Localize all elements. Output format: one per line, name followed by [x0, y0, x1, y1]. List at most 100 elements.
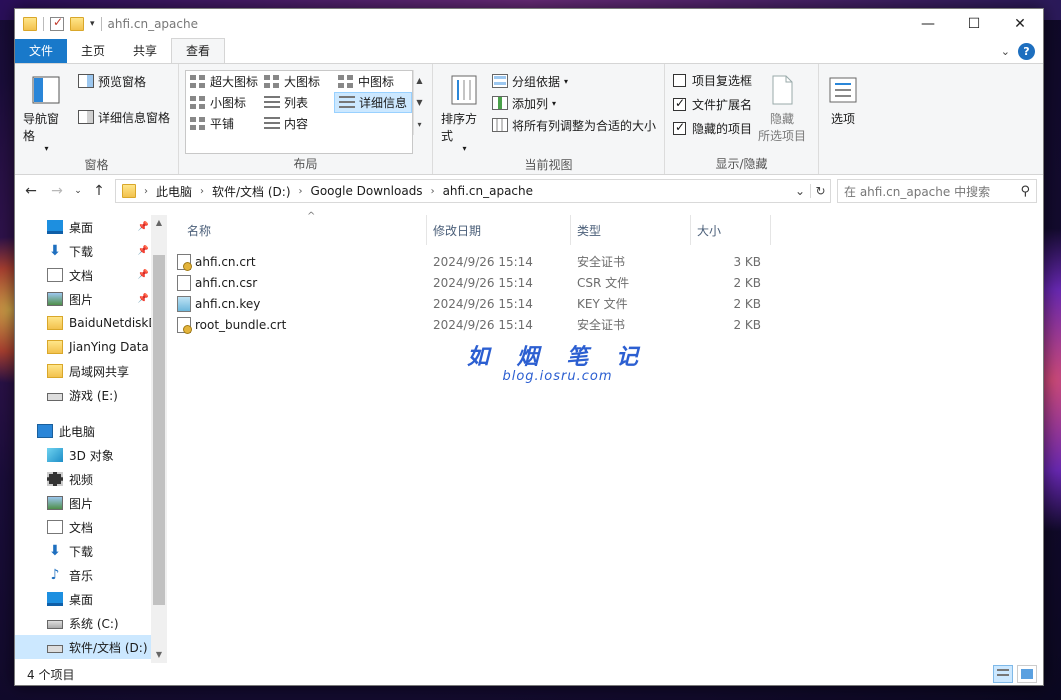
file-row[interactable]: root_bundle.crt 2024/9/26 15:14 安全证书 2 KB [167, 314, 1043, 335]
preview-pane-button[interactable]: 预览窗格 [77, 72, 174, 90]
layout-medium-icons[interactable]: 中图标 [334, 71, 412, 92]
breadcrumb-this-pc[interactable]: 此电脑 [156, 183, 192, 200]
pin-icon[interactable]: 📌 [138, 270, 149, 280]
breadcrumb-separator[interactable]: › [144, 186, 148, 197]
layout-small-icons[interactable]: 小图标 [186, 92, 260, 113]
music-icon: ♪ [50, 567, 60, 583]
nav-item[interactable]: 文档 [15, 515, 167, 539]
file-name-cell[interactable]: ahfi.cn.crt [167, 253, 427, 271]
nav-item[interactable]: BaiduNetdiskD [15, 311, 167, 335]
search-box[interactable]: 在 ahfi.cn_apache 中搜索 ⚲ [837, 179, 1037, 203]
pin-icon[interactable]: 📌 [138, 246, 149, 256]
tab-file[interactable]: 文件 [15, 39, 68, 63]
new-folder-icon[interactable] [70, 17, 84, 31]
maximize-button[interactable]: ☐ [951, 9, 997, 39]
fit-columns-button[interactable]: 将所有列调整为合适的大小 [491, 116, 660, 134]
nav-item[interactable]: 文档 📌 [15, 263, 167, 287]
pin-icon[interactable]: 📌 [138, 222, 149, 232]
nav-item[interactable]: 图片 📌 [15, 287, 167, 311]
layout-tiles[interactable]: 平铺 [186, 113, 260, 134]
file-name-cell[interactable]: ahfi.cn.key [167, 295, 427, 312]
breadcrumb-separator[interactable]: › [200, 186, 204, 197]
scroll-down-icon[interactable]: ▼ [416, 98, 422, 107]
column-type[interactable]: 类型 [571, 215, 691, 245]
nav-scrollbar[interactable]: ▲ ▼ [151, 215, 167, 663]
checkbox[interactable] [673, 73, 686, 87]
forward-arrow-icon[interactable]: → [47, 183, 67, 199]
file-row[interactable]: ahfi.cn.crt 2024/9/26 15:14 安全证书 3 KB [167, 251, 1043, 272]
breadcrumb-drive-d[interactable]: 软件/文档 (D:) [212, 183, 291, 200]
nav-item[interactable]: ⬇ 下载 [15, 539, 167, 563]
breadcrumb-separator[interactable]: › [299, 186, 303, 197]
nav-item[interactable]: 视频 [15, 467, 167, 491]
breadcrumb-google-downloads[interactable]: Google Downloads [311, 184, 423, 198]
nav-item[interactable]: 桌面 [15, 587, 167, 611]
layout-list[interactable]: 列表 [260, 92, 334, 113]
layout-extra-large-icons[interactable]: 超大图标 [186, 71, 260, 92]
minimize-button[interactable]: — [905, 9, 951, 39]
options-button[interactable]: 选项 [823, 68, 863, 174]
group-by-button[interactable]: 分组依据 ▾ [491, 72, 660, 90]
recent-locations-icon[interactable]: ⌄ [73, 186, 83, 196]
layout-gallery-scroll[interactable]: ▲ ▼ ▾ [413, 70, 425, 135]
breadcrumb-current-folder[interactable]: ahfi.cn_apache [443, 184, 533, 198]
details-pane-button[interactable]: 详细信息窗格 [77, 108, 174, 126]
file-row[interactable]: ahfi.cn.key 2024/9/26 15:14 KEY 文件 2 KB [167, 293, 1043, 314]
expand-gallery-icon[interactable]: ▾ [417, 120, 421, 129]
back-arrow-icon[interactable]: ← [21, 183, 41, 199]
refresh-icon[interactable]: ↻ [810, 184, 830, 198]
file-extensions-toggle[interactable]: 文件扩展名 [673, 92, 752, 116]
scroll-up-icon[interactable]: ▲ [151, 215, 167, 231]
tab-view[interactable]: 查看 [171, 38, 226, 63]
details-view-button[interactable] [993, 665, 1013, 683]
tab-share[interactable]: 共享 [119, 39, 171, 63]
tab-home[interactable]: 主页 [67, 39, 119, 63]
nav-item-this-pc[interactable]: 此电脑 [15, 419, 167, 443]
nav-item[interactable]: 局域网共享 [15, 359, 167, 383]
nav-item[interactable]: 系统 (C:) [15, 611, 167, 635]
help-icon[interactable]: ? [1018, 42, 1035, 60]
address-history-dropdown-icon[interactable]: ⌄ [790, 184, 810, 198]
nav-item[interactable]: ♪ 音乐 [15, 563, 167, 587]
nav-item[interactable]: 3D 对象 [15, 443, 167, 467]
large-icons-view-button[interactable] [1017, 665, 1037, 683]
hidden-items-toggle[interactable]: 隐藏的项目 [673, 116, 752, 140]
breadcrumb-separator[interactable]: › [431, 186, 435, 197]
hide-selected-button[interactable]: 隐藏 所选项目 [754, 68, 810, 154]
checkbox[interactable] [673, 96, 686, 111]
layout-group-label: 布局 [293, 157, 318, 171]
up-arrow-icon[interactable]: ↑ [89, 183, 109, 199]
add-columns-button[interactable]: 添加列 ▾ [491, 94, 660, 112]
nav-item[interactable]: 桌面 📌 [15, 215, 167, 239]
checkbox[interactable] [673, 120, 686, 135]
scroll-down-icon[interactable]: ▼ [151, 647, 167, 663]
navigation-pane-button[interactable]: 导航窗格 ▾ [19, 68, 74, 155]
nav-item[interactable]: JianYing Data [15, 335, 167, 359]
layout-content[interactable]: 内容 [260, 113, 334, 134]
minimize-ribbon-icon[interactable]: ⌄ [1001, 45, 1010, 58]
item-checkboxes-toggle[interactable]: 项目复选框 [673, 68, 752, 92]
scrollbar-thumb[interactable] [153, 255, 165, 605]
search-icon[interactable]: ⚲ [1020, 184, 1030, 199]
nav-item-label: 文档 [69, 268, 94, 283]
customize-toolbar-dropdown-icon[interactable]: ▾ [90, 19, 95, 29]
sort-by-button[interactable]: 排序方式 ▾ [437, 68, 492, 155]
file-row[interactable]: ahfi.cn.csr 2024/9/26 15:14 CSR 文件 2 KB [167, 272, 1043, 293]
column-size[interactable]: 大小 [691, 215, 771, 245]
ribbon: 导航窗格 ▾ 预览窗格 详细信息窗格 窗格 超大图标 大图标 中图标 小图标 列… [15, 63, 1043, 175]
address-bar[interactable]: › 此电脑 › 软件/文档 (D:) › Google Downloads › … [115, 179, 831, 203]
scroll-up-icon[interactable]: ▲ [416, 76, 422, 85]
nav-item[interactable]: ⬇ 下载 📌 [15, 239, 167, 263]
file-name-cell[interactable]: ahfi.cn.csr [167, 274, 427, 291]
column-date-modified[interactable]: 修改日期 [427, 215, 571, 245]
nav-item[interactable]: 软件/文档 (D:) [15, 635, 167, 659]
column-name[interactable]: 名称 [167, 215, 427, 245]
file-name-cell[interactable]: root_bundle.crt [167, 316, 427, 334]
close-button[interactable]: ✕ [997, 9, 1043, 39]
layout-details[interactable]: 详细信息 [334, 92, 412, 113]
properties-icon[interactable] [50, 15, 64, 31]
nav-item[interactable]: 图片 [15, 491, 167, 515]
layout-large-icons[interactable]: 大图标 [260, 71, 334, 92]
nav-item[interactable]: 游戏 (E:) [15, 383, 167, 407]
pin-icon[interactable]: 📌 [138, 294, 149, 304]
